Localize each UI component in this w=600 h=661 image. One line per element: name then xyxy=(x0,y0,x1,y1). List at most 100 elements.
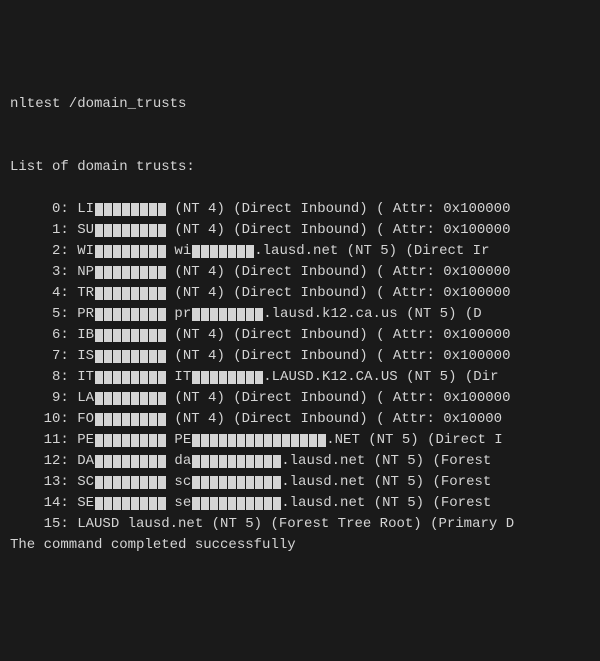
redacted-block xyxy=(104,371,112,384)
redacted-block xyxy=(122,224,130,237)
redacted-block xyxy=(104,392,112,405)
redacted-block xyxy=(149,455,157,468)
trust-row: 4: TR (NT 4) (Direct Inbound) ( Attr: 0x… xyxy=(10,283,600,304)
redacted-block xyxy=(201,245,209,258)
row-prefix: DA xyxy=(77,453,94,469)
redacted-block xyxy=(95,203,103,216)
redacted-block xyxy=(131,476,139,489)
redacted-block xyxy=(219,476,227,489)
redacted-block xyxy=(192,455,200,468)
trust-row: 10: FO (NT 4) (Direct Inbound) ( Attr: 0… xyxy=(10,409,600,430)
row-prefix: SU xyxy=(77,222,94,238)
redacted-block xyxy=(201,308,209,321)
row-text: .lausd.net (NT 5) (Forest xyxy=(281,495,491,511)
redacted-block xyxy=(255,497,263,510)
redacted-block xyxy=(158,371,166,384)
output-header: List of domain trusts: xyxy=(10,157,600,178)
redacted-block xyxy=(192,308,200,321)
redacted-block xyxy=(149,203,157,216)
redacted-block xyxy=(158,434,166,447)
redacted-block xyxy=(149,392,157,405)
row-text: .LAUSD.K12.CA.US (NT 5) (Dir xyxy=(263,369,498,385)
trust-row: 0: LI (NT 4) (Direct Inbound) ( Attr: 0x… xyxy=(10,199,600,220)
row-text: .NET (NT 5) (Direct I xyxy=(326,432,502,448)
redacted-block xyxy=(122,476,130,489)
redacted-block xyxy=(228,476,236,489)
redacted-block xyxy=(104,308,112,321)
row-prefix: WI xyxy=(77,243,94,259)
redacted-block xyxy=(131,413,139,426)
trust-row: 7: IS (NT 4) (Direct Inbound) ( Attr: 0x… xyxy=(10,346,600,367)
redacted-block xyxy=(158,476,166,489)
row-text: (NT 4) (Direct Inbound) ( Attr: 0x100000 xyxy=(166,390,510,406)
redacted-block xyxy=(131,434,139,447)
redacted-block xyxy=(255,308,263,321)
terminal-output[interactable]: nltest /domain_trusts List of domain tru… xyxy=(10,94,600,556)
redacted-block xyxy=(237,308,245,321)
redacted-block xyxy=(228,371,236,384)
command-line: nltest /domain_trusts xyxy=(10,94,600,115)
redacted-block xyxy=(113,308,121,321)
redacted-block xyxy=(131,329,139,342)
redacted-block xyxy=(131,350,139,363)
redacted-block xyxy=(104,455,112,468)
redacted-block xyxy=(282,434,290,447)
row-prefix: LI xyxy=(77,201,94,217)
redacted-block xyxy=(104,245,112,258)
row-text: (NT 4) (Direct Inbound) ( Attr: 0x100000 xyxy=(166,348,510,364)
row-prefix: IS xyxy=(77,348,94,364)
redacted-block xyxy=(113,392,121,405)
redacted-block xyxy=(201,497,209,510)
redacted-block xyxy=(255,476,263,489)
redacted-block xyxy=(113,455,121,468)
redacted-block xyxy=(149,329,157,342)
redacted-block xyxy=(158,245,166,258)
row-text: pr xyxy=(166,306,191,322)
redacted-block xyxy=(113,413,121,426)
redacted-block xyxy=(95,245,103,258)
redacted-block xyxy=(273,434,281,447)
redacted-block xyxy=(309,434,317,447)
redacted-block xyxy=(149,266,157,279)
row-text: (NT 4) (Direct Inbound) ( Attr: 0x100000 xyxy=(166,264,510,280)
redacted-block xyxy=(140,287,148,300)
redacted-block xyxy=(264,455,272,468)
redacted-block xyxy=(131,266,139,279)
trust-row: 6: IB (NT 4) (Direct Inbound) ( Attr: 0x… xyxy=(10,325,600,346)
redacted-block xyxy=(158,413,166,426)
row-text: sc xyxy=(166,474,191,490)
redacted-block xyxy=(158,392,166,405)
redacted-block xyxy=(131,203,139,216)
redacted-block xyxy=(113,266,121,279)
redacted-block xyxy=(219,371,227,384)
redacted-block xyxy=(210,245,218,258)
row-prefix: IB xyxy=(77,327,94,343)
redacted-block xyxy=(219,497,227,510)
redacted-block xyxy=(273,476,281,489)
redacted-block xyxy=(291,434,299,447)
redacted-block xyxy=(113,203,121,216)
redacted-block xyxy=(122,434,130,447)
row-prefix: PR xyxy=(77,306,94,322)
redacted-block xyxy=(104,497,112,510)
redacted-block xyxy=(104,476,112,489)
row-prefix: LA xyxy=(77,390,94,406)
row-text: .lausd.net (NT 5) (Forest xyxy=(281,474,491,490)
redacted-block xyxy=(104,434,112,447)
redacted-block xyxy=(140,329,148,342)
redacted-block xyxy=(122,287,130,300)
redacted-block xyxy=(192,371,200,384)
redacted-block xyxy=(122,371,130,384)
trust-row: 14: SE se.lausd.net (NT 5) (Forest xyxy=(10,493,600,514)
redacted-block xyxy=(237,245,245,258)
redacted-block xyxy=(210,455,218,468)
row-text: .lausd.net (NT 5) (Forest xyxy=(281,453,491,469)
row-prefix: FO xyxy=(77,411,94,427)
blank-line xyxy=(10,115,600,136)
redacted-block xyxy=(210,476,218,489)
redacted-block xyxy=(192,497,200,510)
redacted-block xyxy=(122,203,130,216)
redacted-block xyxy=(104,350,112,363)
redacted-block xyxy=(273,497,281,510)
redacted-block xyxy=(201,434,209,447)
